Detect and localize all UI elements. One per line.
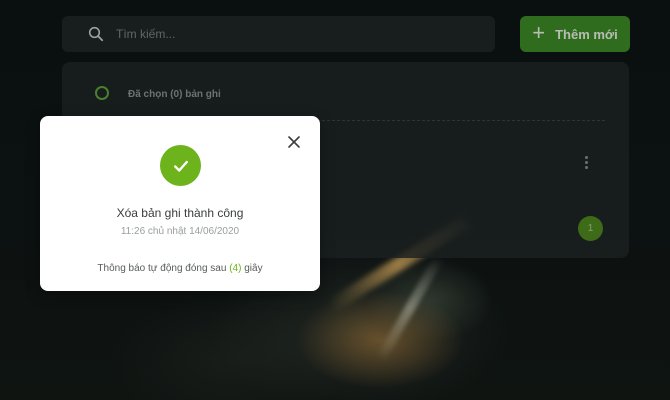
success-dialog: Xóa bản ghi thành công 11:26 chủ nhật 14… [40, 116, 320, 291]
auto-close-notice: Thông báo tự động đóng sau (4) giây [40, 263, 320, 274]
close-button[interactable] [287, 135, 301, 149]
dialog-timestamp: 11:26 chủ nhật 14/06/2020 [120, 226, 240, 237]
check-icon [173, 160, 188, 172]
dialog-title: Xóa bản ghi thành công [116, 206, 244, 220]
countdown-value: (4) [229, 263, 242, 274]
notice-prefix: Thông báo tự động đóng sau [97, 263, 227, 274]
notice-suffix: giây [244, 263, 263, 274]
close-icon [288, 136, 300, 148]
check-circle-icon [160, 145, 201, 186]
